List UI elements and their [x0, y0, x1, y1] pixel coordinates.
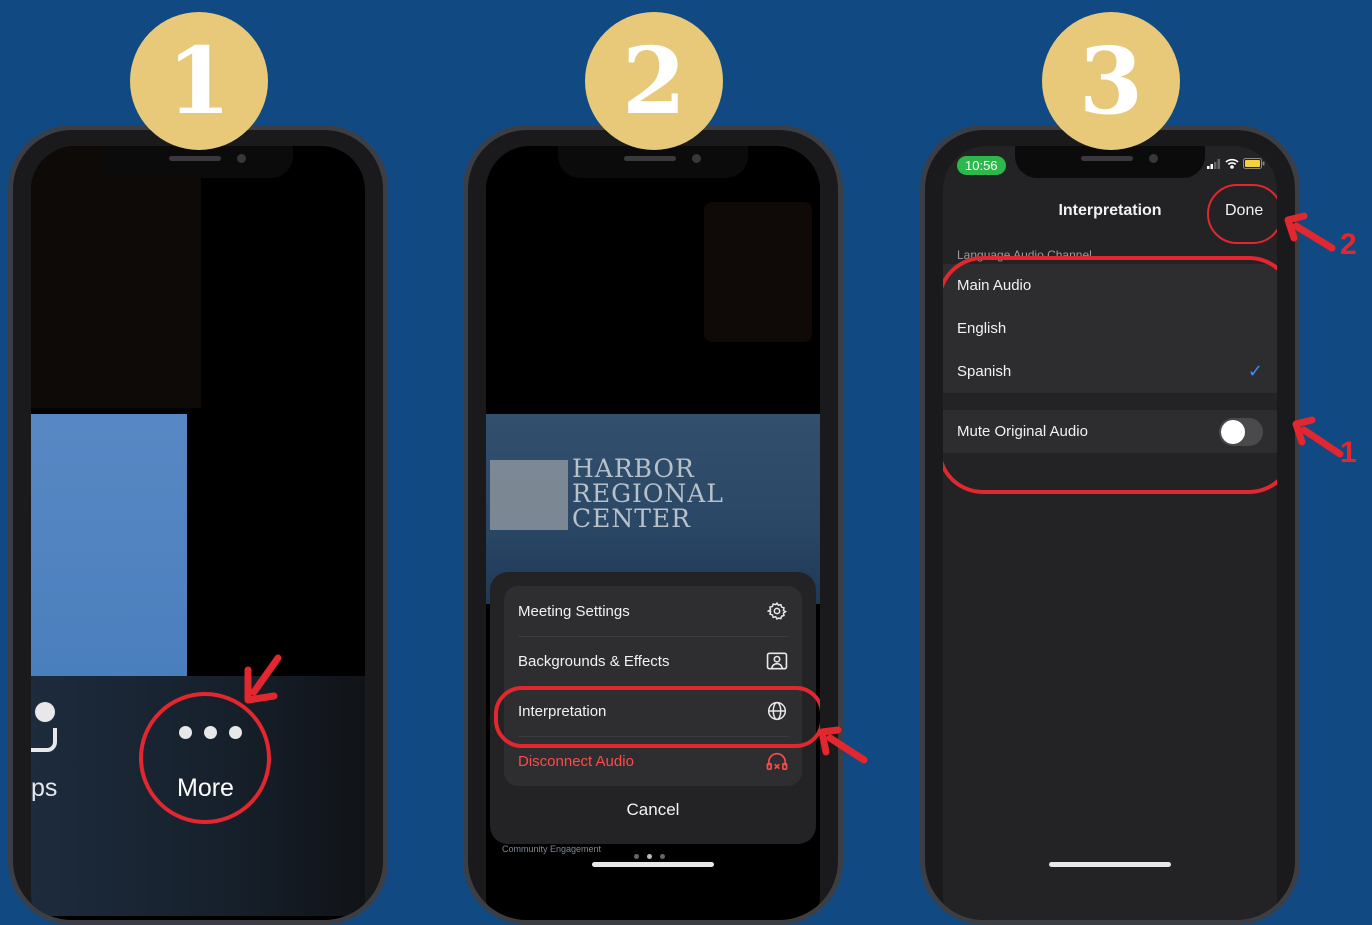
phone-2: HARBOR REGIONAL CENTER Meeting Settings … [463, 125, 843, 925]
notch [103, 146, 293, 178]
step-3-badge: 3 [1042, 12, 1180, 150]
phone-1: ps More [8, 125, 388, 925]
step-2-badge: 2 [585, 12, 723, 150]
home-indicator [1049, 862, 1171, 867]
apps-icon[interactable] [31, 702, 59, 757]
arrow-done-icon [1284, 212, 1336, 252]
headphones-disconnect-icon [766, 750, 788, 772]
signal-icon [1207, 158, 1220, 169]
phone-2-screen: HARBOR REGIONAL CENTER Meeting Settings … [486, 146, 820, 920]
highlight-circle-more [139, 692, 271, 824]
menu-item-meeting-settings[interactable]: Meeting Settings [504, 586, 802, 636]
arrow-channels-icon [1292, 416, 1344, 458]
video-tile-dark [31, 146, 201, 408]
logo-line-1: HARBOR [572, 454, 695, 483]
gear-icon [766, 600, 788, 622]
footer-caption: Community Engagement [502, 844, 602, 854]
cancel-button[interactable]: Cancel [490, 800, 816, 820]
phone-3-screen: 10:56 Interpretation Done Language Audio… [943, 146, 1277, 920]
notch [1015, 146, 1205, 178]
highlight-done [1207, 184, 1277, 244]
video-thumbnail [704, 202, 812, 342]
status-icons [1207, 158, 1265, 169]
step-1-badge: 1 [130, 12, 268, 150]
arrow-interpretation-icon [818, 726, 868, 764]
highlight-interpretation [494, 686, 820, 748]
battery-icon [1243, 158, 1265, 169]
menu-item-backgrounds[interactable]: Backgrounds & Effects [504, 636, 802, 686]
menu-item-label: Meeting Settings [518, 602, 630, 620]
phone-1-screen: ps More [31, 146, 365, 920]
harbor-logo-text: HARBOR REGIONAL CENTER [572, 456, 724, 531]
video-tile-blue [31, 414, 187, 676]
harbor-logo-icon [490, 460, 568, 530]
menu-item-label: Backgrounds & Effects [518, 652, 670, 670]
status-time: 10:56 [957, 156, 1006, 175]
menu-item-label: Disconnect Audio [518, 752, 634, 770]
highlight-channels [943, 256, 1277, 494]
notch [558, 146, 748, 178]
home-indicator [592, 862, 714, 867]
apps-label[interactable]: ps [31, 774, 57, 803]
page-indicator [634, 854, 665, 859]
callout-number-2: 2 [1340, 228, 1357, 261]
phone-3: 10:56 Interpretation Done Language Audio… [920, 125, 1300, 925]
meeting-toolbar: ps More [31, 676, 365, 916]
wifi-icon [1225, 158, 1239, 169]
portrait-icon [766, 650, 788, 672]
logo-line-3: CENTER [572, 504, 692, 533]
arrow-more-icon [244, 654, 282, 704]
callout-number-1: 1 [1340, 436, 1357, 469]
logo-line-2: REGIONAL [572, 479, 724, 508]
